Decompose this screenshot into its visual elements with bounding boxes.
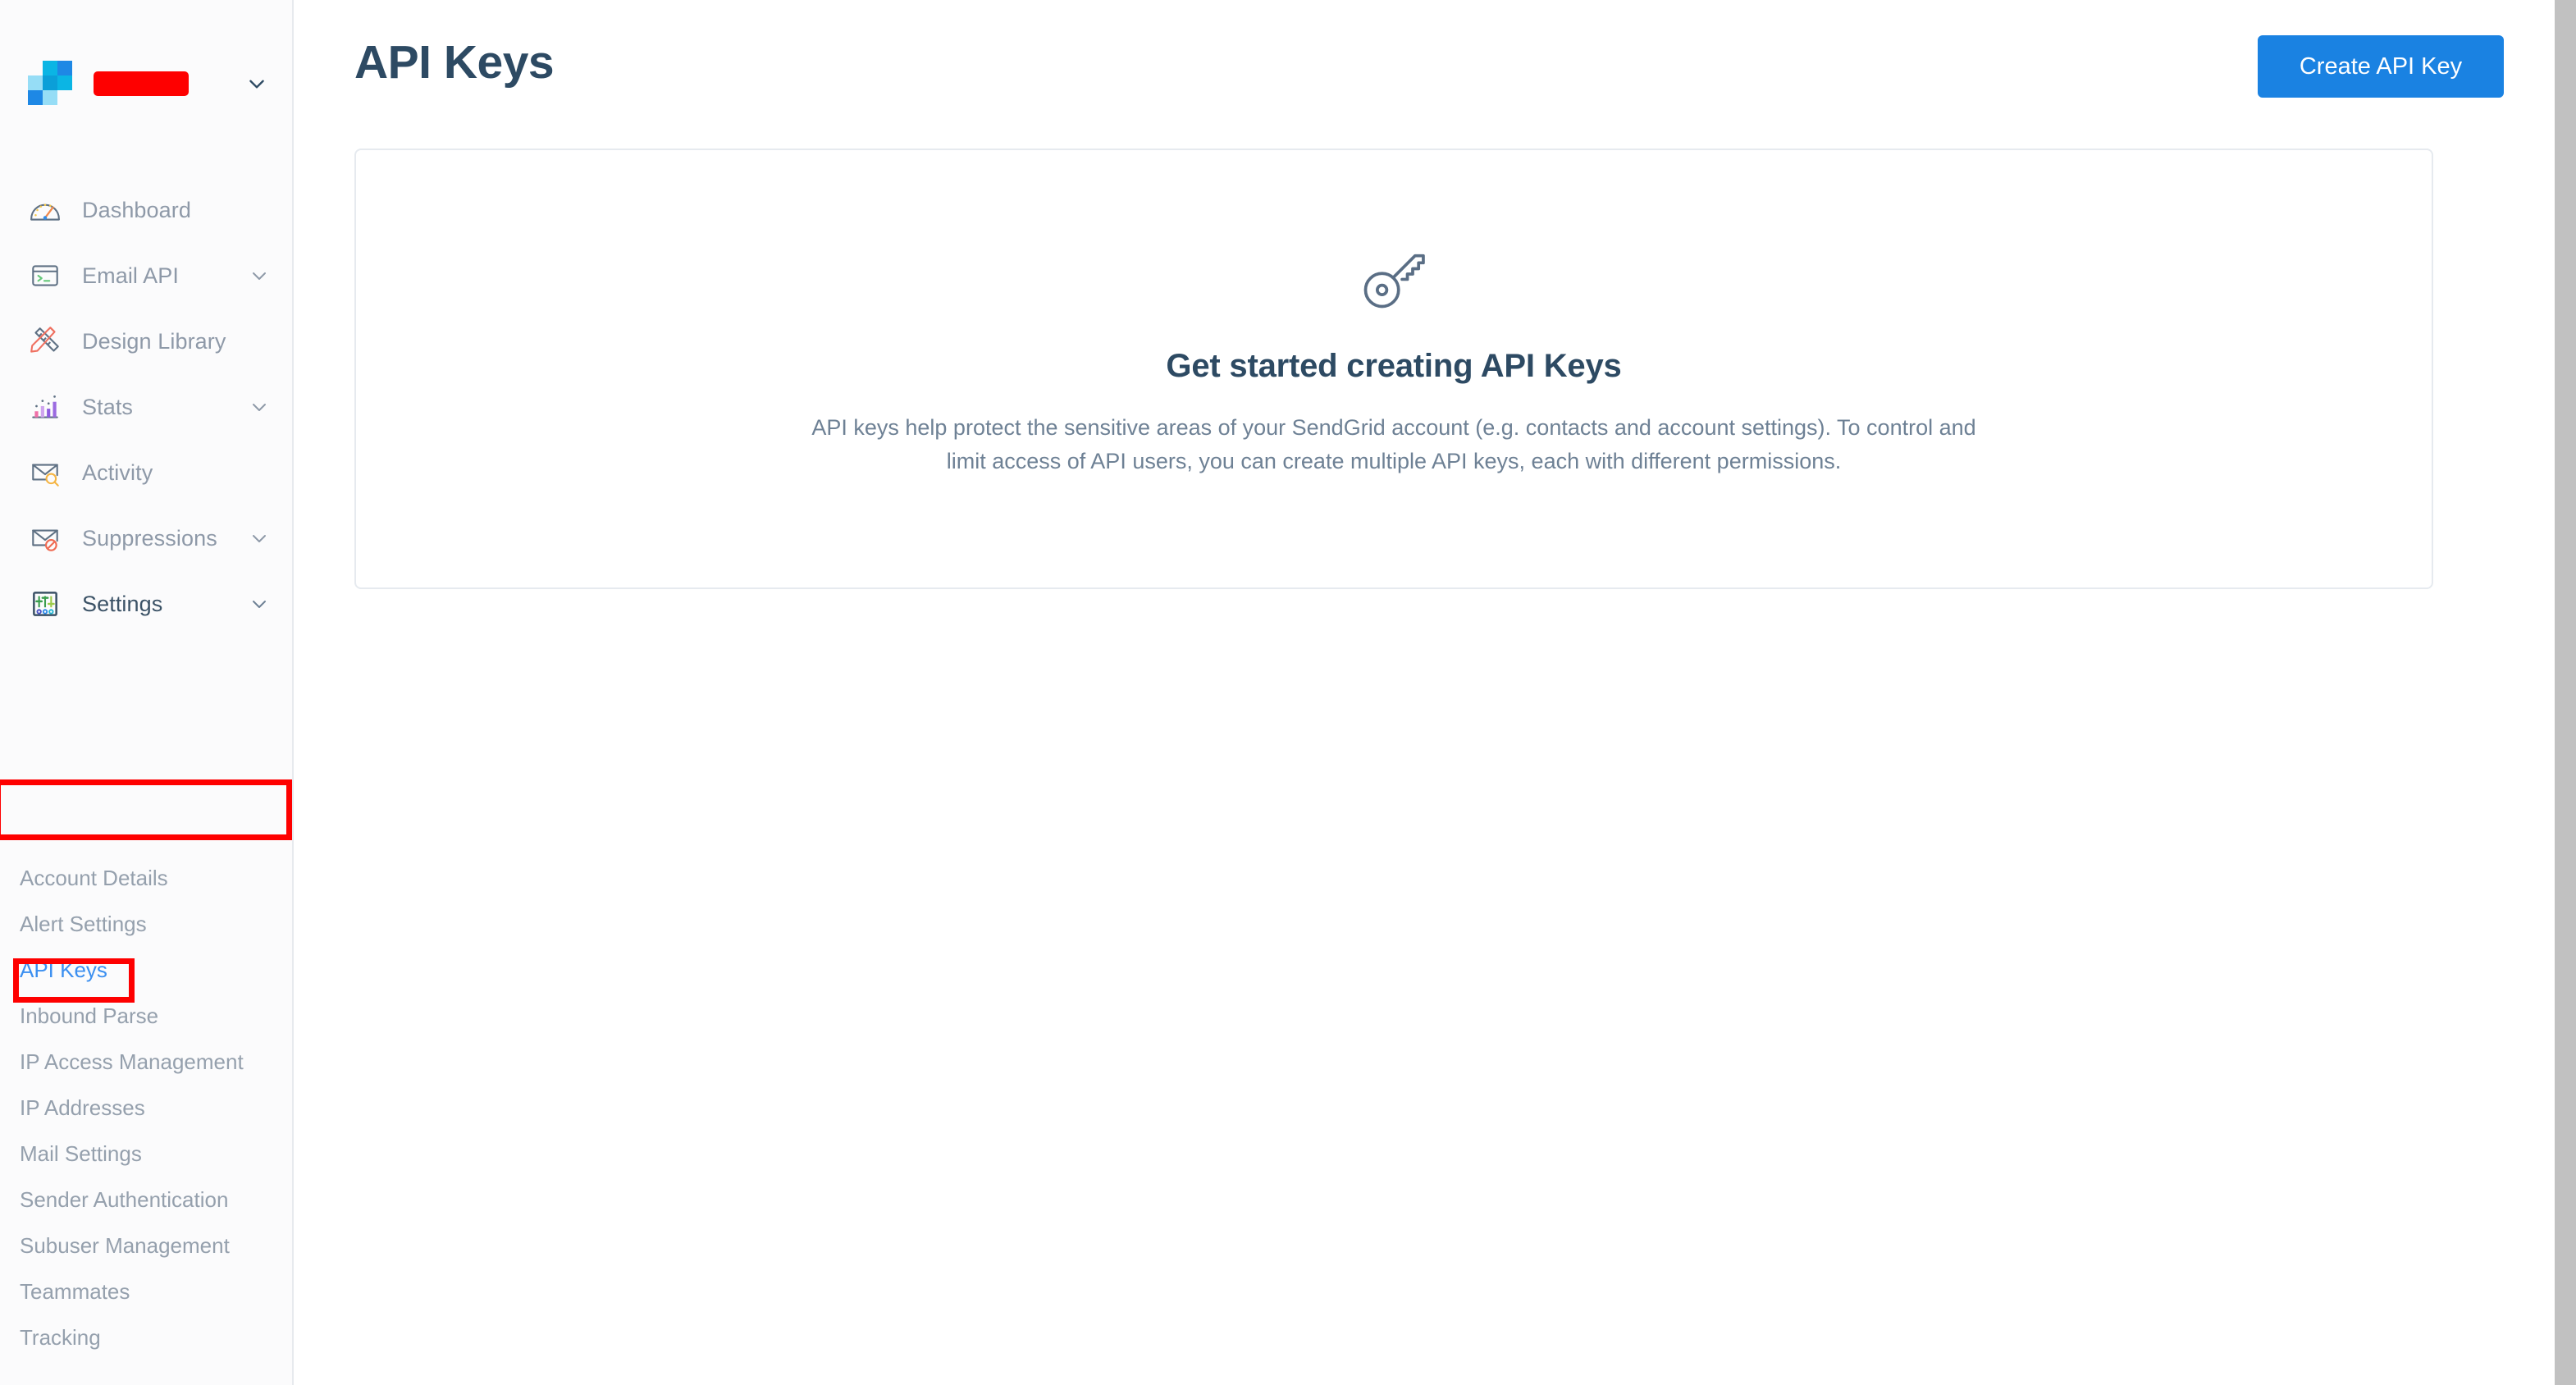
empty-state-body: API keys help protect the sensitive area… <box>811 415 1976 473</box>
chevron-down-icon[interactable] <box>249 266 269 286</box>
subnav-item-inbound-parse[interactable]: Inbound Parse <box>0 993 292 1039</box>
subnav-item-alert-settings[interactable]: Alert Settings <box>0 901 292 947</box>
subnav-item-sender-authentication[interactable]: Sender Authentication <box>0 1177 292 1223</box>
sidebar-item-stats[interactable]: Stats <box>0 374 292 440</box>
main-content: API Keys Create API Key Get started crea… <box>294 0 2576 1385</box>
subnav-item-mail-settings[interactable]: Mail Settings <box>0 1131 292 1177</box>
subnav-item-api-keys[interactable]: API Keys <box>0 947 292 993</box>
sliders-settings-icon <box>26 585 64 623</box>
empty-state-card: Get started creating API Keys API keys h… <box>354 149 2433 589</box>
subnav-item-ip-addresses[interactable]: IP Addresses <box>0 1085 292 1131</box>
page-title: API Keys <box>354 36 555 89</box>
envelope-blocked-icon <box>26 519 64 557</box>
sidebar-item-settings[interactable]: Settings <box>0 571 292 637</box>
sidebar-item-suppressions[interactable]: Suppressions <box>0 505 292 571</box>
sidebar-item-label: Design Library <box>82 328 226 354</box>
dashboard-gauge-icon <box>26 191 64 229</box>
sidebar: Dashboard Email API Design Library Stats… <box>0 0 294 1385</box>
subnav-item-subuser-management[interactable]: Subuser Management <box>0 1223 292 1268</box>
page-header: API Keys Create API Key <box>354 33 2504 103</box>
settings-subnav: Account Details Alert Settings API Keys … <box>0 855 292 1360</box>
pencil-ruler-icon <box>26 322 64 360</box>
envelope-search-icon <box>26 454 64 491</box>
chevron-down-icon[interactable] <box>249 528 269 548</box>
sidebar-item-email-api[interactable]: Email API <box>0 243 292 309</box>
chevron-down-icon[interactable] <box>249 397 269 417</box>
app-root: Dashboard Email API Design Library Stats… <box>0 0 2576 1385</box>
chevron-down-icon[interactable] <box>249 594 269 614</box>
sidebar-item-label: Email API <box>82 263 179 288</box>
sidebar-item-design-library[interactable]: Design Library <box>0 309 292 374</box>
annotation-box-settings <box>0 779 292 840</box>
key-icon <box>1356 240 1432 320</box>
subnav-item-teammates[interactable]: Teammates <box>0 1268 292 1314</box>
sidebar-item-label: Dashboard <box>82 197 191 222</box>
sidebar-item-activity[interactable]: Activity <box>0 440 292 505</box>
sidebar-item-label: Stats <box>82 394 134 419</box>
chevron-down-icon[interactable] <box>246 73 267 94</box>
terminal-window-icon <box>26 257 64 295</box>
primary-nav: Dashboard Email API Design Library Stats… <box>0 177 292 637</box>
empty-state-title: Get started creating API Keys <box>1166 348 1622 384</box>
subnav-item-ip-access-management[interactable]: IP Access Management <box>0 1039 292 1085</box>
sendgrid-logo-icon <box>26 61 72 107</box>
sidebar-item-label: Suppressions <box>82 525 217 551</box>
bar-chart-icon <box>26 388 64 426</box>
sidebar-item-label: Settings <box>82 591 163 616</box>
create-api-key-button[interactable]: Create API Key <box>2258 35 2504 98</box>
subnav-item-tracking[interactable]: Tracking <box>0 1314 292 1360</box>
key-icon-wrapper <box>356 240 2432 320</box>
scrollbar-track[interactable] <box>2555 0 2576 1385</box>
account-switcher[interactable] <box>0 51 292 117</box>
account-name-redacted <box>94 71 189 96</box>
sidebar-item-label: Activity <box>82 459 153 485</box>
scrollbar-thumb[interactable] <box>2555 0 2576 1385</box>
subnav-item-account-details[interactable]: Account Details <box>0 855 292 901</box>
sidebar-item-dashboard[interactable]: Dashboard <box>0 177 292 243</box>
